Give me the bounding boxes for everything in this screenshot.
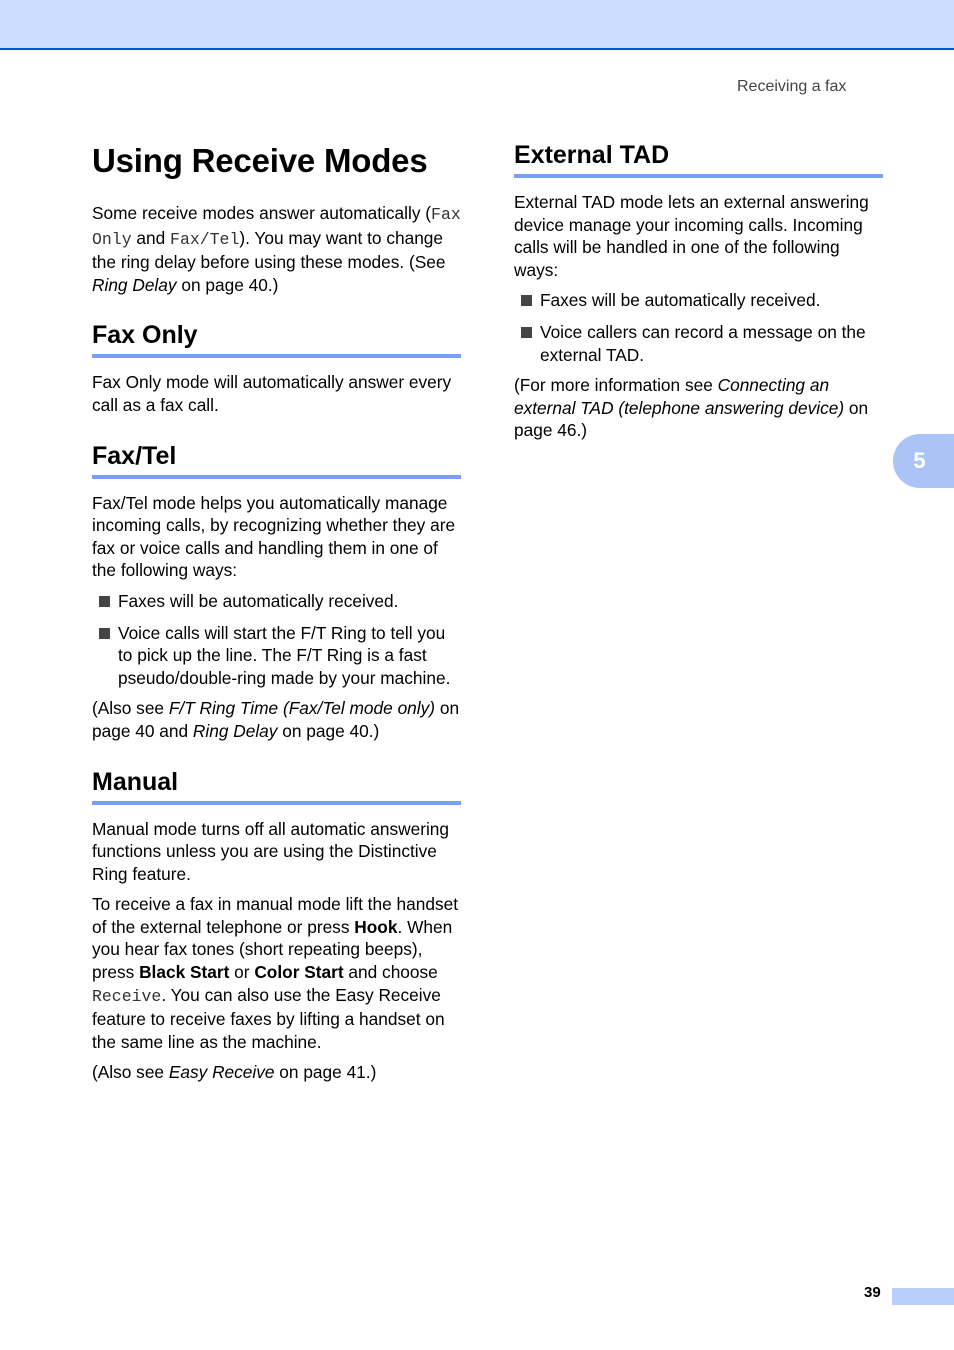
external-tad-body: External TAD mode lets an external answe… bbox=[514, 192, 869, 280]
fax-tel-body: Fax/Tel mode helps you automatically man… bbox=[92, 492, 456, 581]
square-bullet-icon bbox=[521, 326, 532, 338]
external-tad-bullets: Faxes will be automatically received. Vo… bbox=[514, 289, 883, 366]
square-bullet-icon bbox=[99, 595, 110, 607]
external-tad-see-also: (For more information see Connecting an … bbox=[514, 375, 869, 441]
fax-tel-see-also: (Also see F/T Ring Time (Fax/Tel mode on… bbox=[92, 698, 460, 741]
square-bullet-icon bbox=[99, 627, 110, 639]
footer-bar bbox=[892, 1288, 954, 1305]
list-item: Faxes will be automatically received. bbox=[92, 590, 461, 613]
list-item: Voice calls will start the F/T Ring to t… bbox=[92, 622, 461, 690]
list-item: Faxes will be automatically received. bbox=[514, 289, 883, 312]
running-head: Receiving a fax bbox=[737, 78, 847, 95]
mode-fax-tel: Fax/Tel bbox=[170, 229, 240, 249]
intro-paragraph: Some receive modes answer automatically … bbox=[92, 203, 461, 295]
header-band bbox=[0, 0, 954, 50]
option-receive: Receive bbox=[92, 986, 162, 1006]
square-bullet-icon bbox=[521, 295, 532, 307]
page-title: Using Receive Modes bbox=[92, 142, 428, 179]
right-column: External TAD External TAD mode lets an e… bbox=[514, 140, 883, 442]
manual-see-also: (Also see Easy Receive on page 41.) bbox=[92, 1062, 377, 1083]
left-column: Using Receive Modes Some receive modes a… bbox=[92, 140, 461, 1084]
link-ring-delay: Ring Delay bbox=[92, 274, 177, 295]
fax-only-body: Fax Only mode will automatically answer … bbox=[92, 372, 452, 415]
heading-external-tad: External TAD bbox=[514, 140, 883, 178]
heading-manual: Manual bbox=[92, 767, 461, 805]
chapter-tab: 5 bbox=[893, 434, 954, 488]
manual-body-1: Manual mode turns off all automatic answ… bbox=[92, 818, 450, 884]
page-number: 39 bbox=[864, 1284, 881, 1301]
fax-tel-bullets: Faxes will be automatically received. Vo… bbox=[92, 590, 461, 689]
heading-fax-tel: Fax/Tel bbox=[92, 441, 461, 479]
manual-body-2: To receive a fax in manual mode lift the… bbox=[92, 894, 458, 1052]
heading-fax-only: Fax Only bbox=[92, 320, 461, 359]
list-item: Voice callers can record a message on th… bbox=[514, 321, 883, 366]
